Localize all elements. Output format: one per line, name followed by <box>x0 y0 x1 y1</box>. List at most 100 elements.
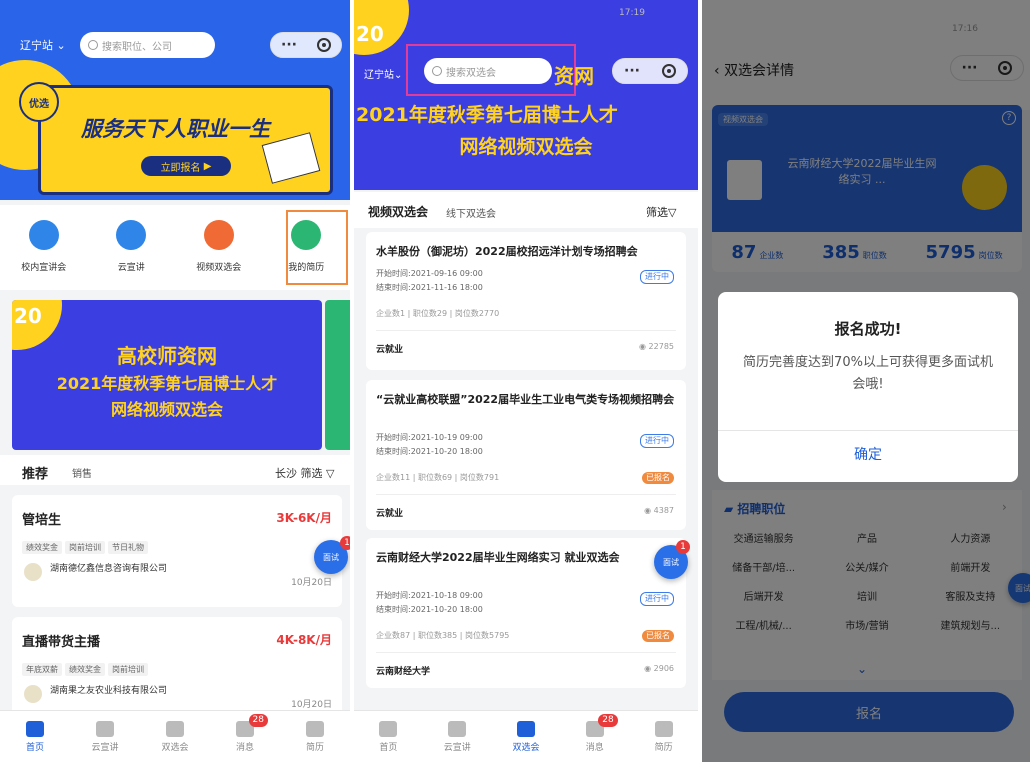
tab-icon <box>379 720 398 737</box>
tab-item[interactable]: 首页 <box>354 711 423 762</box>
fair-organizer: 云南财经大学 <box>376 667 431 677</box>
job-title: 管培生 <box>22 513 62 528</box>
tab-item[interactable]: 消息 28 <box>560 711 629 762</box>
tab-icon <box>26 720 44 737</box>
tab-item[interactable]: 简历 <box>280 711 350 762</box>
fair-title: 水羊股份（御泥坊）2022届校招远洋计划专场招聘会 <box>376 245 638 258</box>
tab-label: 首页 <box>25 742 44 753</box>
hero-banner[interactable]: 优选 服务天下人职业一生 立即报名 ▶ <box>19 82 333 195</box>
fair-end: 结束时间:2021-10-20 18:00 <box>376 605 483 614</box>
eye-icon: ◉ <box>644 664 654 673</box>
fair-card[interactable]: 水羊股份（御泥坊）2022届校招远洋计划专场招聘会 开始时间:2021-09-16… <box>366 232 686 370</box>
job-card[interactable]: 管培生 3K-6K/月 绩效奖金 岗前培训 节日礼物 湖南德亿鑫信息咨询有限公司 10月20… <box>12 495 342 607</box>
eye-icon: ◉ <box>644 506 654 515</box>
tab-recommend[interactable]: 推荐 <box>22 463 48 482</box>
tab-item[interactable]: 云宣讲 <box>423 711 492 762</box>
tab-label: 消息 <box>235 742 254 753</box>
status-time: 17:19 <box>619 8 645 18</box>
fair-views: ◉ 2906 <box>644 664 674 673</box>
screen-home: 辽宁站 ⌄ 搜索职位、公司 ··· 优选 服务天下人职业一生 立即报名 ▶ 校内… <box>0 0 350 762</box>
success-dialog: 报名成功! 简历完善度达到70%以上可获得更多面试机会哦! 确定 <box>718 292 1018 482</box>
fab-label: 面试 <box>663 557 679 567</box>
fair-tabs: 视频双选会 线下双选会 筛选▽ <box>354 192 698 228</box>
mini-program-capsule[interactable]: ··· <box>270 32 342 58</box>
fair-divider <box>376 330 676 331</box>
promo-line3: 网络视频双选会 <box>110 400 223 419</box>
tab-item[interactable]: 消息 28 <box>210 711 280 762</box>
more-icon[interactable]: ··· <box>624 63 640 79</box>
filter-button[interactable]: 筛选▽ <box>646 204 676 220</box>
fab-badge: 1 <box>340 536 350 550</box>
registered-badge: 已报名 <box>642 630 674 642</box>
tab-label: 云宣讲 <box>443 742 471 753</box>
highlight-box <box>286 210 348 285</box>
fair-status-badge: 进行中 <box>640 434 674 448</box>
mini-program-capsule[interactable]: ··· <box>612 58 688 84</box>
job-tags: 绩效奖金 岗前培训 节日礼物 <box>22 535 151 554</box>
banner-register-label: 立即报名 <box>160 162 201 174</box>
fair-card[interactable]: 云南财经大学2022届毕业生网络实习 就业双选会 开始时间:2021-10-18 … <box>366 538 686 688</box>
city-label: 辽宁站 <box>20 39 53 52</box>
quick-nav-item[interactable]: 校内宣讲会 <box>9 220 79 273</box>
quick-nav-item[interactable]: 视频双选会 <box>184 220 254 273</box>
fair-stats: 企业数1 | 职位数29 | 岗位数2770 <box>376 309 500 318</box>
dialog-divider <box>718 430 1018 431</box>
dialog-title: 报名成功! <box>834 320 902 338</box>
job-tag: 岗前培训 <box>108 663 148 676</box>
banner-tag: 优选 <box>19 82 59 122</box>
fair-views-count: 4387 <box>653 506 674 515</box>
tab-bar: 首页 云宣讲 双选会 消息 28 简历 <box>0 710 350 762</box>
fair-views: ◉ 4387 <box>644 506 674 515</box>
tab-label: 首页 <box>379 742 398 753</box>
city-selector[interactable]: 辽宁站⌄ <box>364 66 402 81</box>
fair-end: 结束时间:2021-10-20 18:00 <box>376 447 483 456</box>
screen-fairs: 20 17:19 辽宁站⌄ 搜索双选会 资网 ··· 2021年度秋季第七届博士… <box>354 0 698 762</box>
company-logo <box>24 563 42 581</box>
tab-icon <box>306 720 324 737</box>
quick-nav-item[interactable]: 云宣讲 <box>96 220 166 273</box>
close-miniapp-icon[interactable] <box>661 64 676 78</box>
tab-video-fair[interactable]: 视频双选会 <box>368 203 428 220</box>
tab-label: 消息 <box>585 742 604 753</box>
location-filter[interactable]: 长沙 筛选 ▽ <box>275 465 334 481</box>
tab-icon <box>448 720 467 737</box>
tab-label: 简历 <box>654 742 673 753</box>
banner-line2: 网络视频双选会 <box>459 136 593 158</box>
dialog-body: 简历完善度达到70%以上可获得更多面试机会哦! <box>743 355 993 392</box>
close-miniapp-icon[interactable] <box>316 38 331 52</box>
banner-register-button[interactable]: 立即报名 ▶ <box>141 156 231 176</box>
filter-icon: ▽ <box>326 467 335 480</box>
fair-title: “云就业高校联盟”2022届毕业生工业电气类专场视频招聘会 <box>376 393 675 406</box>
city-selector[interactable]: 辽宁站 ⌄ <box>20 37 66 53</box>
filter-label: 筛选 <box>646 206 668 219</box>
tab-item[interactable]: 云宣讲 <box>70 711 140 762</box>
tab-badge: 28 <box>248 714 268 727</box>
tab-label: 双选会 <box>161 742 189 753</box>
tab-label: 双选会 <box>512 742 540 753</box>
location-filter-label: 长沙 筛选 <box>275 467 323 480</box>
tab-item[interactable]: 双选会 <box>492 711 561 762</box>
registered-badge: 已报名 <box>642 472 674 484</box>
promo-banner[interactable]: 20 高校师资网 2021年度秋季第七届博士人才 网络视频双选会 <box>12 300 322 450</box>
tab-item[interactable]: 首页 <box>0 711 70 762</box>
eye-icon: ◉ <box>639 342 649 351</box>
fair-title: 云南财经大学2022届毕业生网络实习 就业双选会 <box>376 551 620 564</box>
dialog-confirm-button[interactable]: 确定 <box>718 444 1018 464</box>
document-illustration <box>261 132 321 184</box>
job-date: 10月20日 <box>291 700 332 710</box>
job-tag: 年底双薪 <box>22 663 62 676</box>
tab-item[interactable]: 简历 <box>629 711 698 762</box>
search-input[interactable]: 搜索职位、公司 <box>80 32 215 58</box>
tab-offline-fair[interactable]: 线下双选会 <box>446 205 496 220</box>
job-title: 直播带货主播 <box>22 635 101 650</box>
company-name: 湖南德亿鑫信息咨询有限公司 <box>50 564 168 574</box>
tab-item[interactable]: 双选会 <box>140 711 210 762</box>
fair-card[interactable]: “云就业高校联盟”2022届毕业生工业电气类专场视频招聘会 开始时间:2021-1… <box>366 380 686 530</box>
tab-sales[interactable]: 销售 <box>72 465 92 480</box>
banner-brand: 资网 <box>554 64 594 88</box>
more-icon[interactable]: ··· <box>281 37 297 53</box>
fair-status-badge: 进行中 <box>640 270 674 284</box>
fair-stats: 企业数87 | 职位数385 | 岗位数5795 <box>376 631 510 640</box>
banner-year: 20 <box>356 22 384 46</box>
tab-icon <box>654 720 673 737</box>
